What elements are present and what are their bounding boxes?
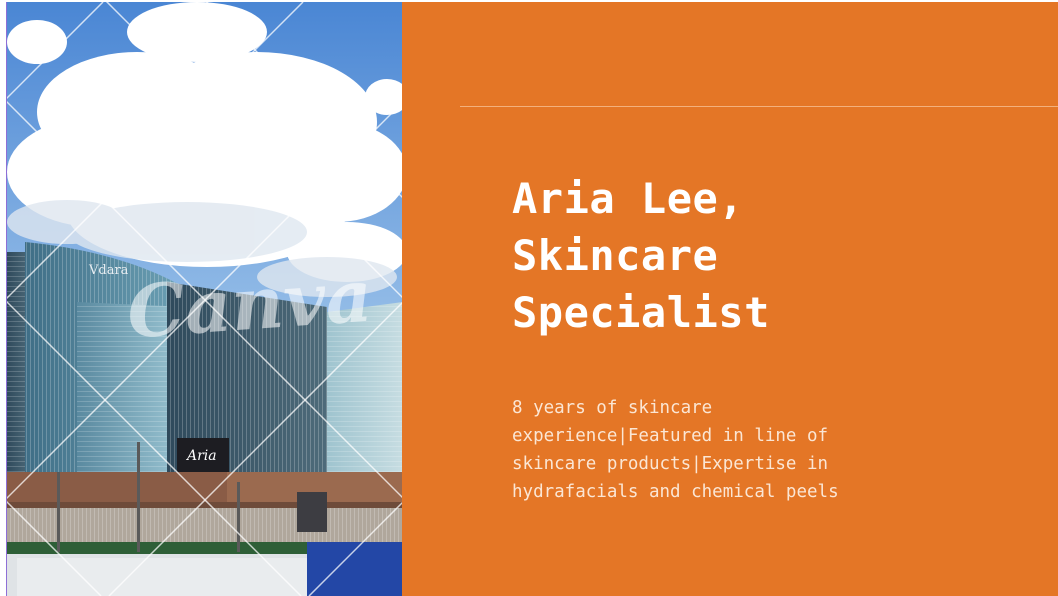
slide-title: Aria Lee, Skincare Specialist: [512, 170, 1032, 341]
description-line-1: 8 years of skincare: [512, 398, 713, 418]
description-line-4: hydrafacials and chemical peels: [512, 482, 839, 502]
photo-canvas: Vdara Aria Canva: [7, 2, 403, 596]
content-panel: Aria Lee, Skincare Specialist 8 years of…: [402, 2, 1058, 596]
aria-sign-text: Aria: [185, 448, 217, 464]
title-line-1: Aria Lee,: [512, 174, 745, 223]
slide-description: 8 years of skincare experience|Featured …: [512, 394, 1032, 506]
building-photo: Vdara Aria Canva: [6, 2, 403, 596]
description-line-2: experience|Featured in line of: [512, 426, 829, 446]
vdara-sign: Vdara: [88, 263, 129, 278]
description-line-3: skincare products|Expertise in: [512, 454, 829, 474]
title-line-3: Specialist: [512, 288, 770, 337]
divider-line: [460, 106, 1058, 107]
canva-watermark: Canva: [125, 253, 375, 355]
slide: Vdara Aria Canva Aria Lee, Skincare Spec…: [0, 0, 1058, 596]
title-line-2: Skincare: [512, 231, 719, 280]
